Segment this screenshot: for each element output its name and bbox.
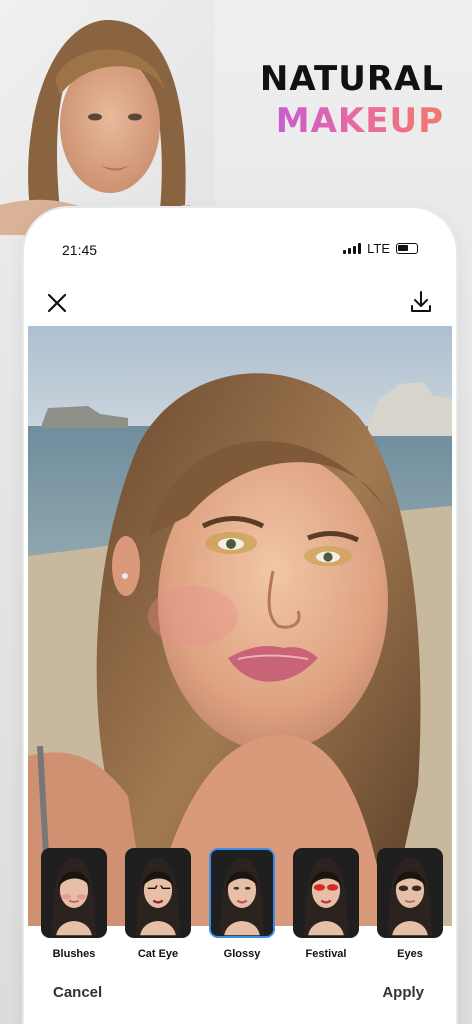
style-thumbnail[interactable] (377, 848, 443, 938)
style-option-eyes[interactable]: Eyes (376, 848, 444, 968)
status-indicators: LTE (343, 241, 418, 256)
headline-line-makeup: MAKEUP (260, 100, 444, 142)
style-label: Eyes (397, 948, 423, 960)
status-time: 21:45 (62, 242, 98, 258)
style-thumbnail-selected[interactable] (209, 848, 275, 938)
download-icon (411, 291, 431, 312)
promo-portrait-image (0, 0, 215, 235)
style-label: Blushes (52, 948, 96, 960)
style-label: Cat Eye (137, 948, 179, 960)
apply-button[interactable]: Apply (382, 984, 424, 1001)
promo-headline: NATURAL MAKEUP (260, 58, 444, 142)
style-thumbnail[interactable] (41, 848, 107, 938)
style-option-blushes[interactable]: Blushes (40, 848, 108, 968)
style-option-festival[interactable]: Festival (292, 848, 360, 968)
download-button[interactable] (408, 289, 434, 315)
style-label: Glossy (223, 948, 261, 960)
style-thumbnail[interactable] (125, 848, 191, 938)
headline-line-natural: NATURAL (259, 59, 444, 99)
signal-icon (343, 243, 362, 254)
makeup-preview-photo (28, 326, 452, 926)
editor-toolbar (24, 286, 456, 326)
close-icon (47, 293, 67, 313)
style-option-glossy[interactable]: Glossy (208, 848, 276, 968)
battery-icon (396, 243, 418, 254)
makeup-style-carousel[interactable]: Blushes Cat Eye Glossy Festival Eyes (24, 848, 456, 968)
style-thumbnail[interactable] (293, 848, 359, 938)
phone-mockup: 21:45 LTE Blushes Cat Eye Glossy Festiva… (24, 208, 456, 1024)
style-label: Festival (305, 948, 347, 960)
status-bar: 21:45 LTE (24, 208, 456, 288)
style-option-cat-eye[interactable]: Cat Eye (124, 848, 192, 968)
cancel-button[interactable]: Cancel (53, 984, 102, 1001)
network-label: LTE (367, 241, 390, 256)
close-button[interactable] (44, 290, 70, 316)
bottom-action-bar: Cancel Apply (24, 974, 456, 1014)
